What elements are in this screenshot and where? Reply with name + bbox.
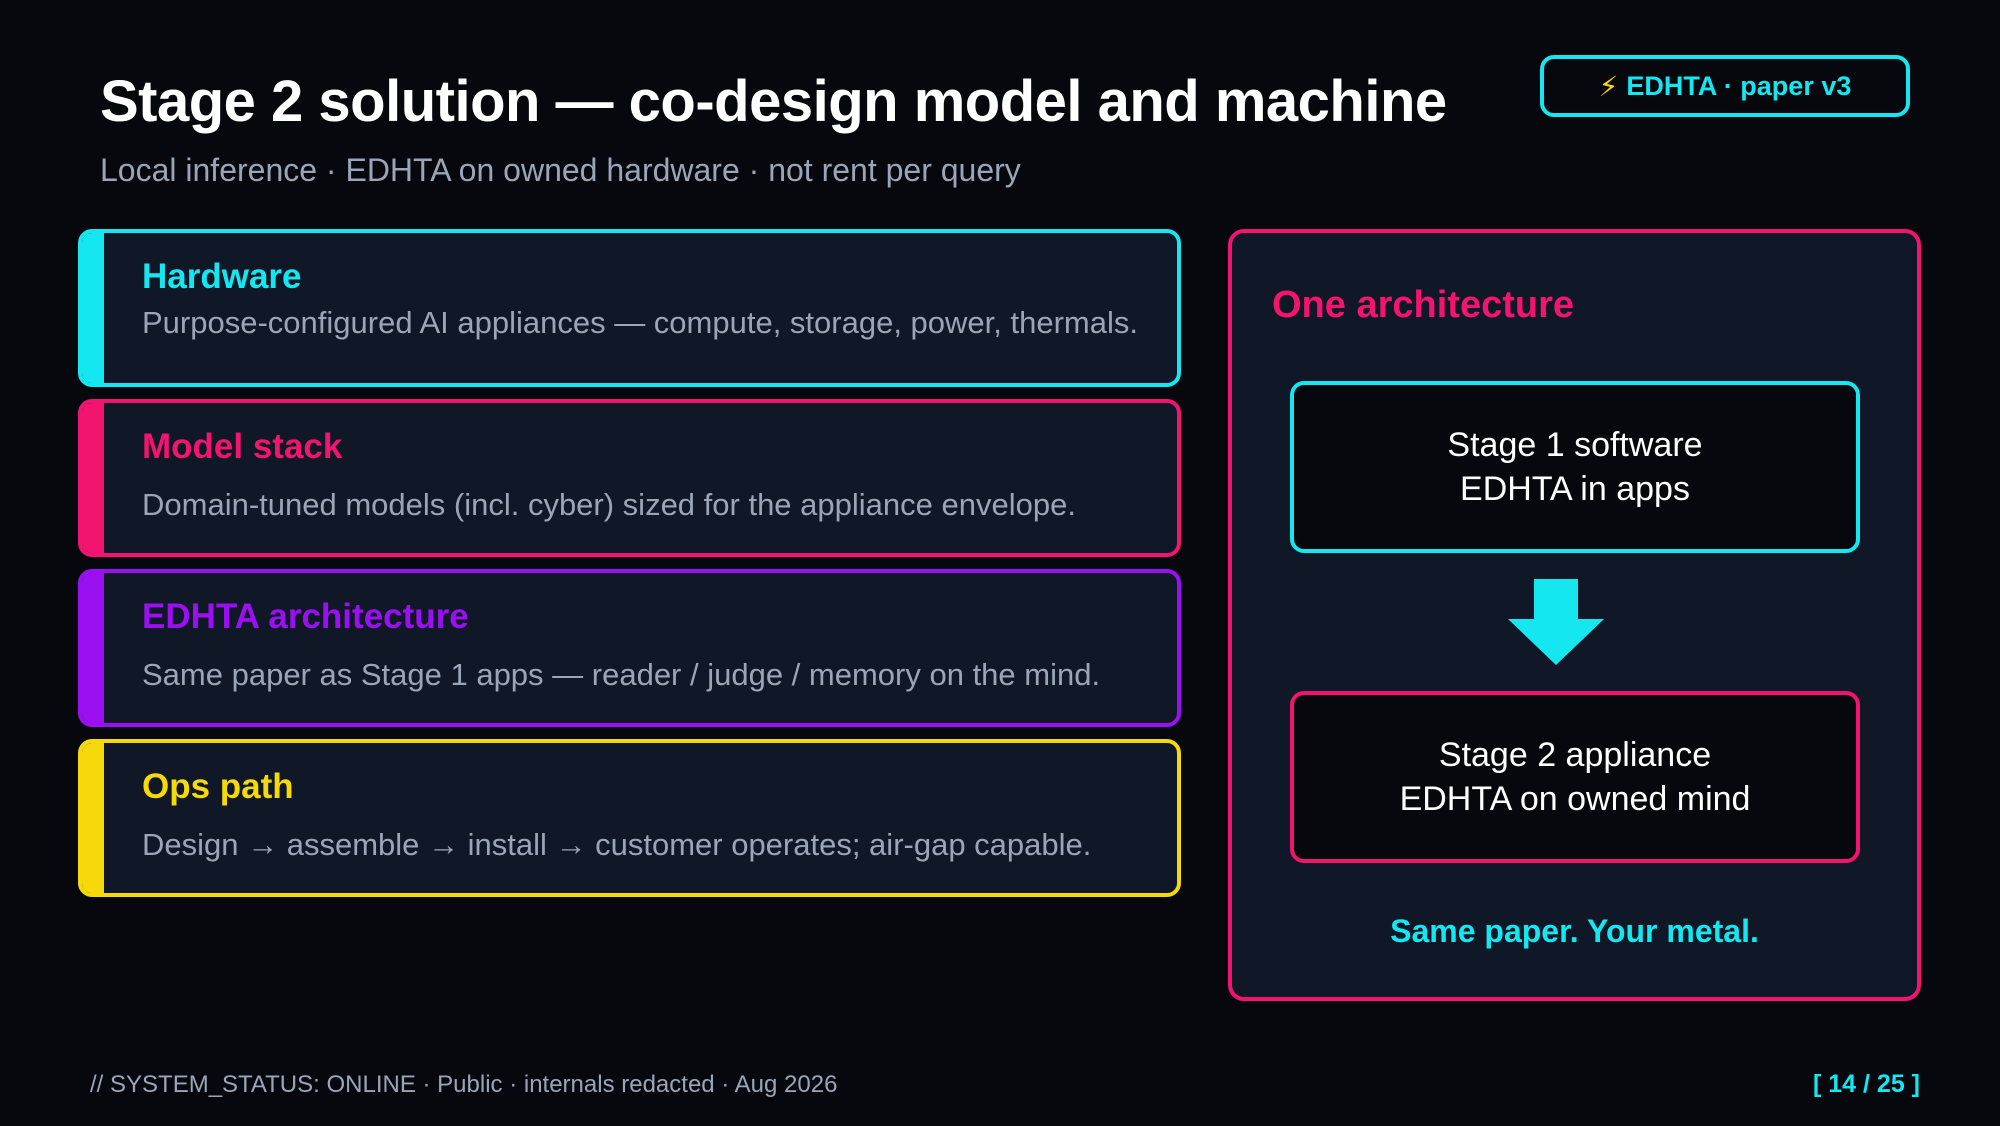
card-description: Same paper as Stage 1 apps — reader / ju… xyxy=(142,657,1101,692)
stage-1-box: Stage 1 software EDHTA in apps xyxy=(1290,381,1860,553)
panel-tagline: Same paper. Your metal. xyxy=(1390,913,1759,949)
stage-2-box: Stage 2 appliance EDHTA on owned mind xyxy=(1290,691,1860,863)
page-counter: [ 14 / 25 ] xyxy=(1813,1070,1920,1098)
stage-1-line-2: EDHTA in apps xyxy=(1460,470,1690,508)
card-model-stack: Model stack Domain-tuned models (incl. c… xyxy=(78,399,1181,557)
arrow-down-icon xyxy=(1508,579,1604,665)
slide: Stage 2 solution — co-design model and m… xyxy=(0,0,2000,1126)
card-title: Hardware xyxy=(142,257,302,296)
page-title: Stage 2 solution — co-design model and m… xyxy=(100,69,1447,134)
card-ops-path: Ops path Design → assemble → install → c… xyxy=(78,739,1181,897)
card-hardware: Hardware Purpose-configured AI appliance… xyxy=(78,229,1181,387)
page-subtitle: Local inference · EDHTA on owned hardwar… xyxy=(100,152,1021,188)
card-description: Purpose-configured AI appliances — compu… xyxy=(142,305,1138,340)
card-title: Ops path xyxy=(142,767,294,806)
stage-1-line-1: Stage 1 software xyxy=(1447,426,1703,464)
version-badge: ⚡ EDHTA · paper v3 xyxy=(1540,55,1910,117)
card-accent-bar xyxy=(82,403,104,553)
footer-status: // SYSTEM_STATUS: ONLINE · Public · inte… xyxy=(90,1071,838,1098)
card-description: Domain-tuned models (incl. cyber) sized … xyxy=(142,487,1076,522)
architecture-panel: One architecture Stage 1 software EDHTA … xyxy=(1228,229,1921,1001)
card-description: Design → assemble → install → customer o… xyxy=(142,827,1092,862)
panel-title: One architecture xyxy=(1272,284,1574,326)
stage-2-line-1: Stage 2 appliance xyxy=(1438,736,1712,774)
card-accent-bar xyxy=(82,743,104,893)
card-accent-bar xyxy=(82,233,104,383)
version-badge-label: EDHTA · paper v3 xyxy=(1626,70,1852,101)
card-accent-bar xyxy=(82,573,104,723)
card-title: Model stack xyxy=(142,427,343,466)
stage-2-line-2: EDHTA on owned mind xyxy=(1399,780,1751,818)
lightning-icon: ⚡ xyxy=(1598,70,1619,102)
card-edhta-architecture: EDHTA architecture Same paper as Stage 1… xyxy=(78,569,1181,727)
card-title: EDHTA architecture xyxy=(142,597,469,636)
